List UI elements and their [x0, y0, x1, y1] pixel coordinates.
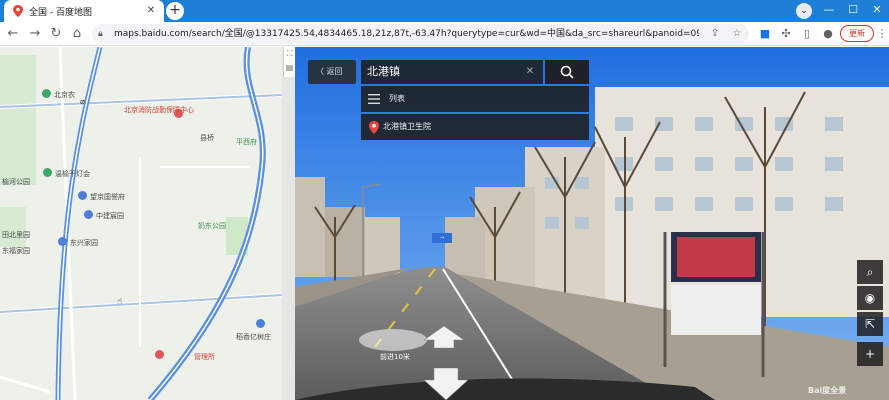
map-label[interactable]: 管理所: [194, 352, 215, 362]
list-toggle[interactable]: 列表: [361, 86, 589, 112]
clear-icon[interactable]: ✕: [523, 60, 537, 84]
search-result-item[interactable]: 北港镇卫生院: [361, 114, 589, 140]
update-button[interactable]: 更新: [840, 25, 874, 42]
arrow-backward-icon[interactable]: [424, 368, 468, 400]
map-panel[interactable]: 北京消防战勤保障中心 平西府 温榆干灯会 望京国誉府 中建宸园 东兴家园 奶东公…: [0, 47, 282, 400]
lock-icon[interactable]: 🔒︎: [98, 27, 110, 41]
poi-marker[interactable]: [43, 168, 52, 177]
map-label[interactable]: 中建宸园: [96, 211, 124, 221]
map-label[interactable]: 田北里园: [2, 230, 30, 240]
map-label[interactable]: 东福家园: [2, 246, 30, 256]
map-label[interactable]: 望京国誉府: [90, 192, 125, 202]
fullscreen-icon[interactable]: ⛶: [284, 47, 295, 61]
map-label[interactable]: 平西府: [236, 137, 257, 147]
url-text[interactable]: maps.baidu.com/search/全国/@13317425.54,48…: [114, 24, 699, 44]
map-label[interactable]: 县桥: [200, 133, 214, 143]
map-label[interactable]: 北京农: [54, 90, 75, 100]
street-pin-icon: ⌀: [80, 97, 85, 106]
home-icon[interactable]: ⌂: [68, 25, 86, 43]
tab-search-icon[interactable]: ⌄: [796, 3, 812, 19]
sidebar-icon[interactable]: ▯: [798, 25, 816, 43]
address-bar[interactable]: 🔒︎ maps.baidu.com/search/全国/@13317425.54…: [92, 24, 749, 44]
location-pin-icon: [369, 121, 379, 134]
poi-marker[interactable]: [42, 89, 51, 98]
map-label[interactable]: 北京消防战勤保障中心: [124, 105, 194, 115]
share-icon[interactable]: ⇱: [857, 312, 883, 336]
window-close-icon[interactable]: ✕: [864, 0, 889, 22]
arrow-forward-icon[interactable]: [424, 326, 464, 348]
search-icon: [560, 65, 574, 79]
poi-marker[interactable]: [256, 319, 265, 328]
arrow-left-icon[interactable]: ←: [4, 25, 22, 43]
pano-search-icon[interactable]: ⌕: [857, 260, 883, 284]
road-sign: →: [432, 233, 452, 243]
panel-divider[interactable]: [282, 47, 295, 400]
toolbar: ← → ↻ ⌂ 🔒︎ maps.baidu.com/search/全国/@133…: [0, 22, 889, 46]
star-icon[interactable]: ☆: [728, 25, 746, 43]
map-pin-icon: [13, 5, 23, 17]
search-button[interactable]: [545, 60, 589, 84]
puzzle-icon[interactable]: ✣: [777, 25, 795, 43]
extension-icon[interactable]: ■: [756, 25, 774, 43]
list-icon: [368, 94, 380, 104]
map-tools: ⛶ ▤: [283, 47, 295, 77]
share-icon[interactable]: ⇪: [706, 25, 724, 43]
back-button[interactable]: 〈 返回: [308, 60, 356, 84]
browser-tab[interactable]: 全国 - 百度地图 ✕: [4, 0, 164, 22]
search-query[interactable]: 北港镇: [367, 60, 400, 84]
map-label[interactable]: 稻香亿树庄: [236, 332, 271, 342]
map-canvas[interactable]: [0, 47, 282, 400]
tab-strip: 全国 - 百度地图 ✕ + ⌄ — ☐ ✕: [0, 0, 889, 22]
menu-icon[interactable]: ⋮: [876, 25, 888, 43]
poi-marker[interactable]: [155, 350, 164, 359]
layer-icon[interactable]: ▤: [284, 61, 295, 75]
result-label: 北港镇卫生院: [383, 122, 431, 131]
arrow-right-icon[interactable]: →: [26, 25, 44, 43]
list-label: 列表: [389, 94, 405, 103]
search-input[interactable]: 北港镇 ✕: [361, 60, 543, 84]
profile-icon[interactable]: ●: [819, 25, 837, 43]
new-tab-button[interactable]: +: [166, 2, 184, 20]
map-label[interactable]: 榆河公园: [2, 177, 30, 187]
maximize-icon[interactable]: ☐: [840, 0, 866, 22]
map-label[interactable]: 奶东公园: [198, 221, 226, 231]
baidu-watermark: Bai度全景: [808, 386, 847, 395]
poi-marker[interactable]: [84, 210, 93, 219]
poi-marker[interactable]: [78, 191, 87, 200]
map-label[interactable]: 东兴家园: [70, 238, 98, 248]
walk-distance-label: 前进10米: [380, 353, 410, 361]
poi-marker[interactable]: [58, 237, 67, 246]
camera-icon[interactable]: ◉: [857, 286, 883, 310]
chevron-left-icon: 〈: [316, 67, 327, 76]
tab-close-icon[interactable]: ✕: [144, 4, 158, 18]
minimize-icon[interactable]: —: [816, 0, 842, 22]
zoom-in-icon[interactable]: +: [857, 342, 883, 366]
map-label[interactable]: 温榆干灯会: [55, 169, 90, 179]
cursor-hand-icon: ☝: [117, 297, 123, 307]
reload-icon[interactable]: ↻: [47, 25, 65, 43]
tab-title: 全国 - 百度地图: [29, 7, 92, 18]
